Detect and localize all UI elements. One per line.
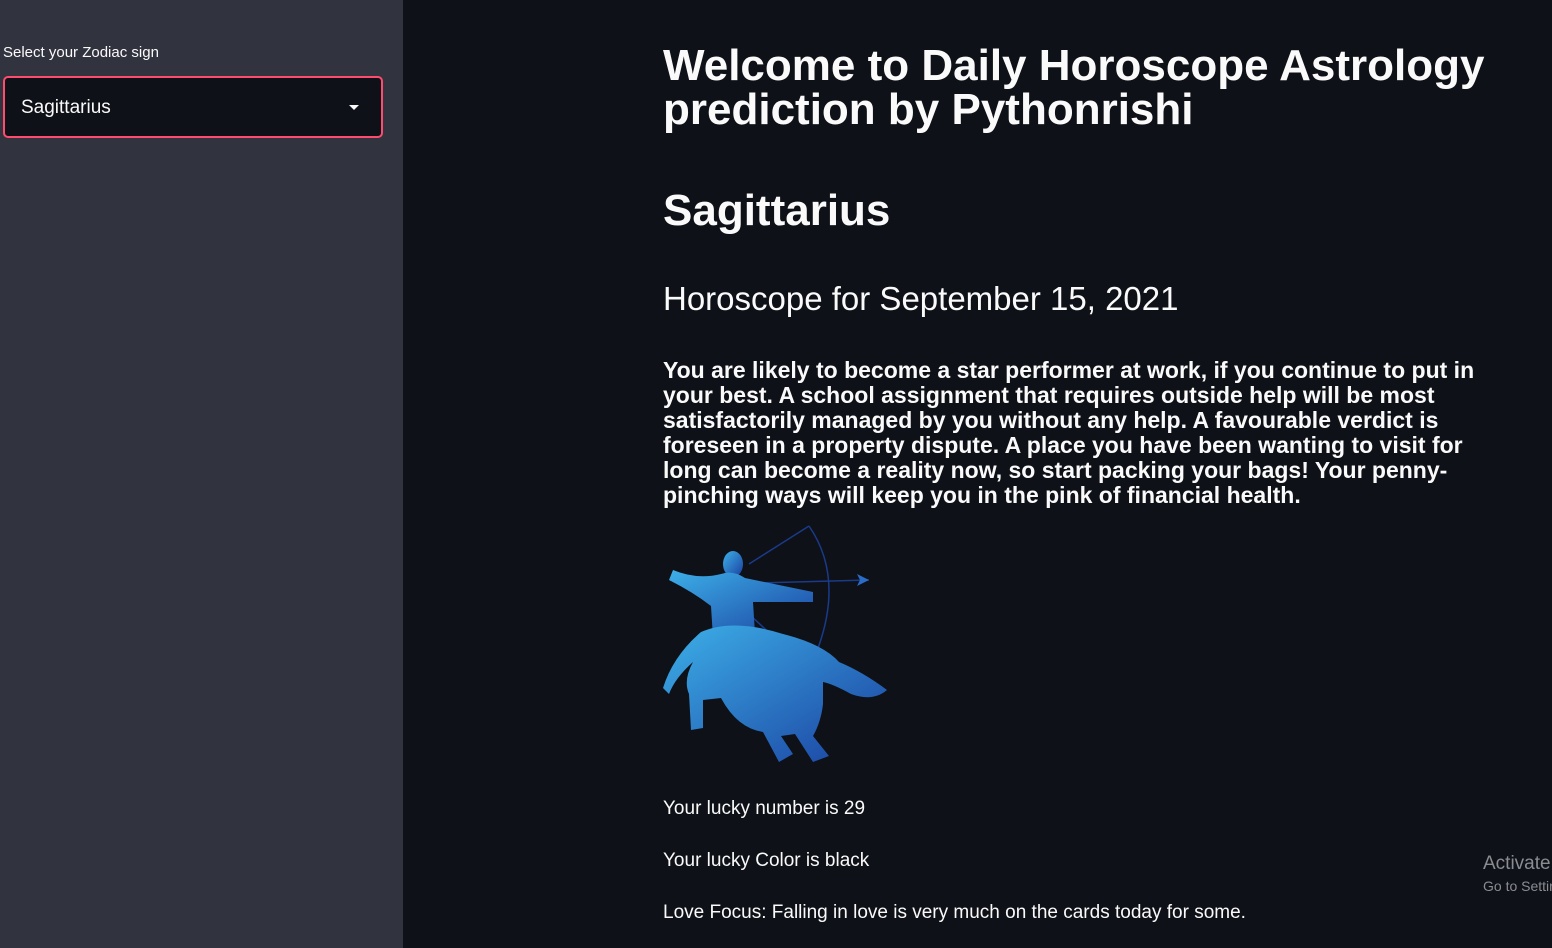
zodiac-select-value: Sagittarius — [21, 97, 111, 118]
watermark-subtitle: Go to Settings to activate Windows. — [1483, 878, 1552, 894]
sagittarius-centaur-archer-icon — [663, 522, 903, 776]
zodiac-select-label: Select your Zodiac sign — [3, 44, 159, 61]
main-content: Welcome to Daily Horoscope Astrology pre… — [403, 0, 1552, 948]
watermark-title: Activate Windows — [1483, 853, 1552, 874]
date-heading: Horoscope for September 15, 2021 — [663, 280, 1179, 317]
lucky-color: Your lucky Color is black — [663, 850, 870, 871]
sidebar: Select your Zodiac sign Sagittarius — [0, 0, 403, 948]
app-window: Select your Zodiac sign Sagittarius Welc… — [0, 0, 1552, 948]
love-focus: Love Focus: Falling in love is very much… — [663, 902, 1246, 923]
sign-heading: Sagittarius — [663, 186, 891, 235]
activation-watermark: Activate Windows Go to Settings to activ… — [1483, 852, 1552, 896]
chevron-down-icon[interactable] — [349, 105, 359, 110]
horoscope-prediction: You are likely to become a star performe… — [663, 357, 1475, 508]
lucky-number: Your lucky number is 29 — [663, 798, 866, 819]
zodiac-sign-select[interactable]: Sagittarius — [3, 76, 383, 138]
page-title: Welcome to Daily Horoscope Astrology pre… — [663, 41, 1485, 134]
